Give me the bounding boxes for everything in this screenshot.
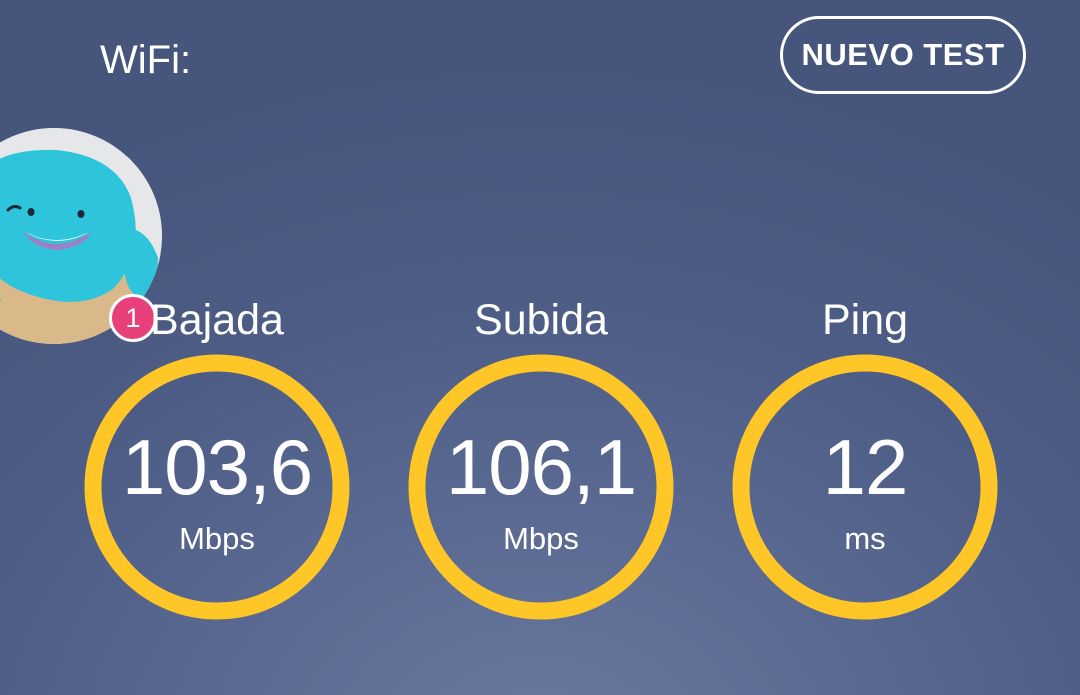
download-value: 103,6 <box>121 423 313 511</box>
download-gauge: 103,6 Mbps <box>82 352 352 622</box>
new-test-button[interactable]: NUEVO TEST <box>780 16 1026 94</box>
upload-metric: Subida 106,1 Mbps <box>406 290 676 630</box>
upload-label: Subida <box>474 296 608 344</box>
download-metric: Bajada 103,6 Mbps <box>82 290 352 630</box>
ping-gauge: 12 ms <box>730 352 1000 622</box>
ping-label: Ping <box>821 296 909 344</box>
upload-value: 106,1 <box>445 423 637 511</box>
ping-metric: Ping 12 ms <box>730 290 1000 630</box>
ping-unit: ms <box>844 521 886 556</box>
upload-unit: Mbps <box>503 521 579 556</box>
network-type-label: WiFi: <box>100 38 192 82</box>
download-unit: Mbps <box>179 521 255 556</box>
ping-value: 12 <box>822 423 909 511</box>
download-label: Bajada <box>150 296 284 344</box>
upload-gauge: 106,1 Mbps <box>406 352 676 622</box>
